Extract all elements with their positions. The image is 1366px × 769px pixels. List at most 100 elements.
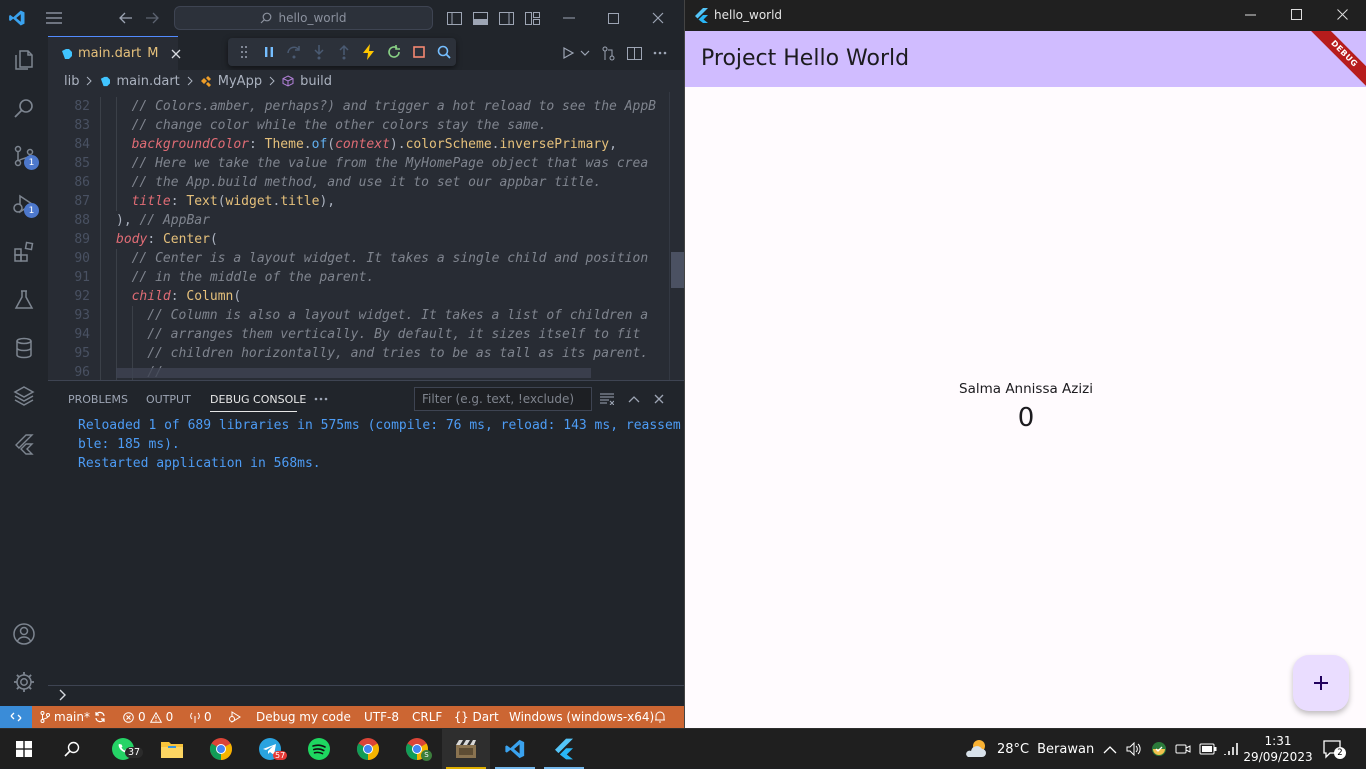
chrome-icon[interactable] — [197, 729, 245, 769]
code-token: ( — [327, 137, 336, 152]
clear-console-icon[interactable] — [600, 381, 614, 417]
menu-icon[interactable] — [42, 6, 66, 30]
code-token: Text — [186, 194, 218, 209]
increment-fab-button[interactable] — [1293, 655, 1349, 711]
encoding-status[interactable]: UTF-8 — [364, 706, 399, 728]
stop-icon[interactable] — [406, 38, 431, 66]
minimap-scrollbar[interactable] — [669, 92, 684, 380]
forward-arrow-icon[interactable] — [140, 6, 164, 30]
open-changes-icon[interactable] — [596, 41, 620, 65]
step-out-icon[interactable] — [332, 38, 357, 66]
telegram-badge: 57 — [273, 751, 288, 760]
spotify-icon[interactable] — [295, 729, 343, 769]
accounts-icon[interactable] — [0, 610, 48, 658]
video-editor-icon[interactable] — [442, 729, 490, 769]
eol-status[interactable]: CRLF — [412, 706, 442, 728]
more-actions-icon[interactable] — [648, 41, 672, 65]
database-icon[interactable] — [0, 324, 48, 372]
vscode-taskbar-icon[interactable] — [491, 729, 539, 769]
maximize-icon[interactable] — [601, 6, 625, 30]
command-center-search[interactable]: hello_world — [174, 6, 433, 30]
code-editor[interactable]: 82 // Colors.amber, perhaps?) and trigger… — [48, 92, 684, 380]
minimize-icon[interactable] — [1245, 14, 1256, 16]
breadcrumb-file[interactable]: main.dart — [116, 74, 179, 89]
debug-config-label: Debug my code — [256, 710, 351, 724]
meet-now-camera-icon[interactable] — [1175, 729, 1191, 769]
battery-icon[interactable] — [1199, 729, 1217, 769]
ports-status[interactable]: 0 — [190, 706, 212, 728]
dart-file-icon — [60, 48, 72, 60]
tab-problems[interactable]: PROBLEMS — [68, 381, 128, 417]
settings-gear-icon[interactable] — [0, 658, 48, 706]
split-editor-icon[interactable] — [622, 41, 646, 65]
indent-guide — [100, 230, 102, 249]
search-icon[interactable] — [0, 84, 48, 132]
layers-icon[interactable] — [0, 372, 48, 420]
problems-status[interactable]: 0 0 — [123, 706, 173, 728]
run-debug-icon[interactable]: 1 — [0, 180, 48, 228]
step-over-icon[interactable] — [282, 38, 307, 66]
toggle-primary-sidebar-icon[interactable] — [442, 6, 466, 30]
toggle-secondary-sidebar-icon[interactable] — [494, 6, 518, 30]
remote-indicator-icon[interactable] — [0, 706, 32, 728]
close-icon[interactable] — [646, 6, 670, 30]
panel-more-icon[interactable] — [314, 381, 328, 417]
explorer-icon[interactable] — [0, 36, 48, 84]
customize-layout-icon[interactable] — [520, 6, 544, 30]
maximize-panel-chevron-up-icon[interactable] — [628, 381, 640, 417]
pause-icon[interactable] — [257, 38, 282, 66]
notifications-bell-icon[interactable] — [654, 706, 666, 728]
weather-widget[interactable]: 28°C Berawan — [963, 729, 1094, 769]
security-shield-icon[interactable] — [1151, 729, 1167, 769]
flutter-icon[interactable] — [0, 420, 48, 468]
show-hidden-icons-chevron-icon[interactable] — [1103, 729, 1117, 769]
indent-guide — [100, 287, 102, 306]
indent-guide — [116, 306, 117, 325]
volume-icon[interactable] — [1126, 729, 1142, 769]
close-panel-icon[interactable] — [654, 381, 664, 417]
windows-start-icon[interactable] — [0, 729, 48, 769]
breadcrumb-class[interactable]: MyApp — [218, 74, 262, 89]
devtools-search-icon[interactable] — [431, 38, 456, 66]
chrome-profile-s-icon[interactable]: S — [393, 729, 441, 769]
breadcrumb-lib[interactable]: lib — [64, 74, 79, 89]
notification-center-icon[interactable]: 2 — [1322, 729, 1346, 769]
branch-status[interactable]: main* — [40, 706, 106, 728]
hot-reload-lightning-icon[interactable] — [356, 38, 381, 66]
extensions-icon[interactable] — [0, 228, 48, 276]
file-explorer-icon[interactable] — [148, 729, 196, 769]
back-arrow-icon[interactable] — [114, 6, 138, 30]
clock-time: 1:31 — [1264, 734, 1292, 748]
restart-icon[interactable] — [381, 38, 406, 66]
code-line: 87 title: Text(widget.title), — [48, 192, 684, 211]
code-token: // AppBar — [139, 213, 210, 228]
chrome-profile-icon[interactable] — [344, 729, 392, 769]
tab-close-icon[interactable] — [171, 49, 181, 59]
language-status[interactable]: {} Dart — [454, 706, 499, 728]
minimize-icon[interactable] — [557, 6, 581, 30]
scrollbar-thumb[interactable] — [671, 252, 684, 288]
tab-main-dart[interactable]: main.dart M — [48, 36, 181, 70]
horizontal-scrollbar[interactable] — [116, 368, 591, 378]
source-control-icon[interactable]: 1 — [0, 132, 48, 180]
step-into-icon[interactable] — [307, 38, 332, 66]
wifi-icon[interactable] — [1223, 729, 1239, 769]
whatsapp-icon[interactable]: 37 — [99, 729, 147, 769]
clock[interactable]: 1:31 29/09/2023 — [1243, 729, 1312, 769]
tab-output[interactable]: OUTPUT — [146, 381, 191, 417]
debug-config-status[interactable]: Debug my code — [228, 706, 351, 728]
drag-handle-icon[interactable] — [232, 38, 257, 66]
maximize-icon[interactable] — [1291, 9, 1302, 20]
search-icon[interactable] — [48, 729, 96, 769]
toggle-panel-icon[interactable] — [468, 6, 492, 30]
console-filter-input[interactable]: Filter (e.g. text, !exclude) — [414, 387, 592, 411]
testing-flask-icon[interactable] — [0, 276, 48, 324]
repl-prompt-chevron-icon[interactable] — [58, 689, 68, 701]
close-icon[interactable] — [1337, 9, 1348, 20]
breadcrumb-method[interactable]: build — [300, 74, 332, 89]
run-dropdown-chevron-icon[interactable] — [573, 41, 597, 65]
flutter-logo-icon — [695, 8, 708, 23]
telegram-icon[interactable]: 57 — [246, 729, 294, 769]
flutter-app-taskbar-icon[interactable] — [540, 729, 588, 769]
device-status[interactable]: Windows (windows-x64) — [509, 706, 654, 728]
